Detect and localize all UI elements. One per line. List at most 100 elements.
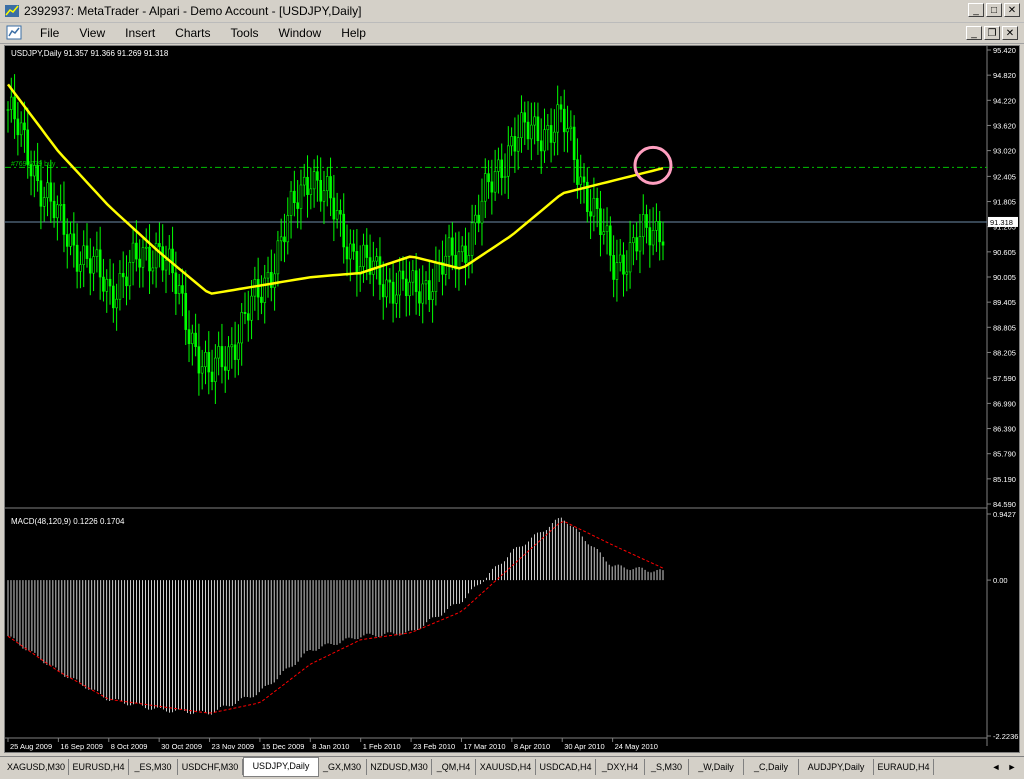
candle-body — [112, 285, 115, 309]
candle-body — [520, 112, 523, 138]
candle-body — [115, 298, 118, 309]
candle-body — [118, 273, 122, 300]
candle-body — [464, 245, 467, 263]
chart-tab[interactable]: EURUSD,H4 — [69, 759, 129, 775]
title-bar: 2392937: MetaTrader - Alpari - Demo Acco… — [0, 0, 1024, 23]
price-tick-label: 94.220 — [993, 96, 1016, 105]
candle-body — [530, 124, 533, 140]
chart-tab[interactable]: USDJPY,Daily — [243, 757, 319, 777]
chart-tab[interactable]: _GX,M30 — [318, 759, 367, 775]
candle-body — [513, 136, 517, 152]
minimize-button[interactable]: _ — [968, 3, 984, 17]
candle-body — [612, 255, 615, 280]
candle-body — [309, 188, 313, 195]
menu-charts[interactable]: Charts — [165, 26, 220, 40]
chart-window-icon[interactable] — [6, 25, 22, 40]
candle-body — [615, 262, 619, 280]
candle-body — [490, 181, 494, 193]
candle-body — [52, 200, 56, 219]
candle-body — [105, 278, 109, 292]
candle-body — [559, 104, 563, 110]
window-title: 2392937: MetaTrader - Alpari - Demo Acco… — [24, 4, 362, 18]
candle-body — [194, 332, 197, 347]
candle-body — [655, 221, 658, 231]
menu-file[interactable]: File — [30, 26, 69, 40]
candle-body — [546, 125, 550, 131]
candle-body — [562, 108, 566, 133]
candle-body — [411, 270, 415, 283]
candle-body — [42, 197, 46, 207]
chart-tab[interactable]: _ES,M30 — [129, 759, 178, 775]
mdi-minimize-button[interactable]: _ — [966, 26, 982, 40]
candle-body — [33, 165, 36, 177]
date-tick-label: 8 Oct 2009 — [111, 742, 148, 751]
macd-tick-label: 0.9427 — [993, 510, 1016, 519]
mdi-restore-button[interactable]: ❐ — [984, 26, 1000, 40]
menu-view[interactable]: View — [69, 26, 115, 40]
menu-help[interactable]: Help — [331, 26, 376, 40]
candle-body — [174, 272, 178, 294]
price-tick-label: 84.590 — [993, 500, 1016, 509]
chart-tab[interactable]: USDCHF,M30 — [178, 759, 243, 775]
candle-body — [263, 277, 267, 303]
chart-tab[interactable]: _QM,H4 — [432, 759, 476, 775]
candle-body — [6, 109, 10, 111]
chart-tab[interactable]: _DXY,H4 — [596, 759, 645, 775]
mdi-close-button[interactable]: ✕ — [1002, 26, 1018, 40]
candle-body — [365, 244, 369, 258]
window-controls: _ □ ✕ — [968, 3, 1020, 17]
candle-body — [638, 236, 642, 252]
maximize-button[interactable]: □ — [986, 3, 1002, 17]
tab-scroll-left-icon[interactable]: ◄ — [990, 760, 1002, 774]
candle-body — [599, 208, 602, 235]
chart-tab[interactable]: EURAUD,H4 — [874, 759, 934, 775]
candle-body — [483, 173, 487, 202]
candle-body — [293, 190, 296, 203]
date-tick-label: 23 Feb 2010 — [413, 742, 455, 751]
chart-tab[interactable]: _S,M30 — [645, 759, 689, 775]
chart-tab[interactable]: NZDUSD,M30 — [367, 759, 432, 775]
menu-insert[interactable]: Insert — [115, 26, 165, 40]
menu-window[interactable]: Window — [269, 26, 332, 40]
date-tick-label: 24 May 2010 — [615, 742, 658, 751]
price-chart[interactable]: USDJPY,Daily 91.357 91.366 91.269 91.318… — [5, 46, 1019, 752]
candle-body — [36, 165, 39, 182]
candle-body — [230, 344, 234, 348]
candle-body — [516, 137, 520, 152]
candle-body — [576, 159, 579, 185]
tab-scroll-right-icon[interactable]: ► — [1006, 760, 1018, 774]
price-tick-label: 87.590 — [993, 374, 1016, 383]
chart-tab[interactable]: XAGUSD,M30 — [4, 759, 69, 775]
candle-body — [289, 190, 293, 216]
candle-body — [79, 264, 82, 272]
candle-body — [312, 171, 316, 190]
candle-body — [533, 116, 536, 126]
chart-tab[interactable]: AUDJPY,Daily — [799, 759, 874, 775]
chart-tab[interactable]: _W,Daily — [689, 759, 744, 775]
chart-window[interactable]: USDJPY,Daily 91.357 91.366 91.269 91.318… — [4, 45, 1020, 753]
menu-tools[interactable]: Tools — [221, 26, 269, 40]
candle-body — [424, 280, 428, 285]
close-button[interactable]: ✕ — [1004, 3, 1020, 17]
candle-body — [65, 234, 69, 247]
candle-body — [556, 104, 559, 133]
price-tick-label: 93.620 — [993, 121, 1016, 130]
candle-body — [507, 145, 510, 177]
candle-body — [88, 258, 92, 274]
price-tick-label: 90.005 — [993, 273, 1016, 282]
chart-tab[interactable]: _C,Daily — [744, 759, 799, 775]
candle-body — [460, 245, 464, 253]
candle-body — [648, 227, 652, 246]
chart-tab[interactable]: XAUUSD,H4 — [476, 759, 536, 775]
candle-body — [256, 279, 260, 298]
candle-body — [227, 346, 230, 371]
candle-body — [62, 204, 66, 235]
candle-body — [381, 284, 385, 298]
candle-body — [23, 122, 26, 131]
candle-body — [618, 254, 622, 263]
candle-body — [510, 136, 513, 147]
chart-tab[interactable]: USDCAD,H4 — [536, 759, 596, 775]
candle-body — [233, 344, 237, 360]
candle-body — [243, 312, 247, 314]
candle-body — [210, 371, 214, 382]
